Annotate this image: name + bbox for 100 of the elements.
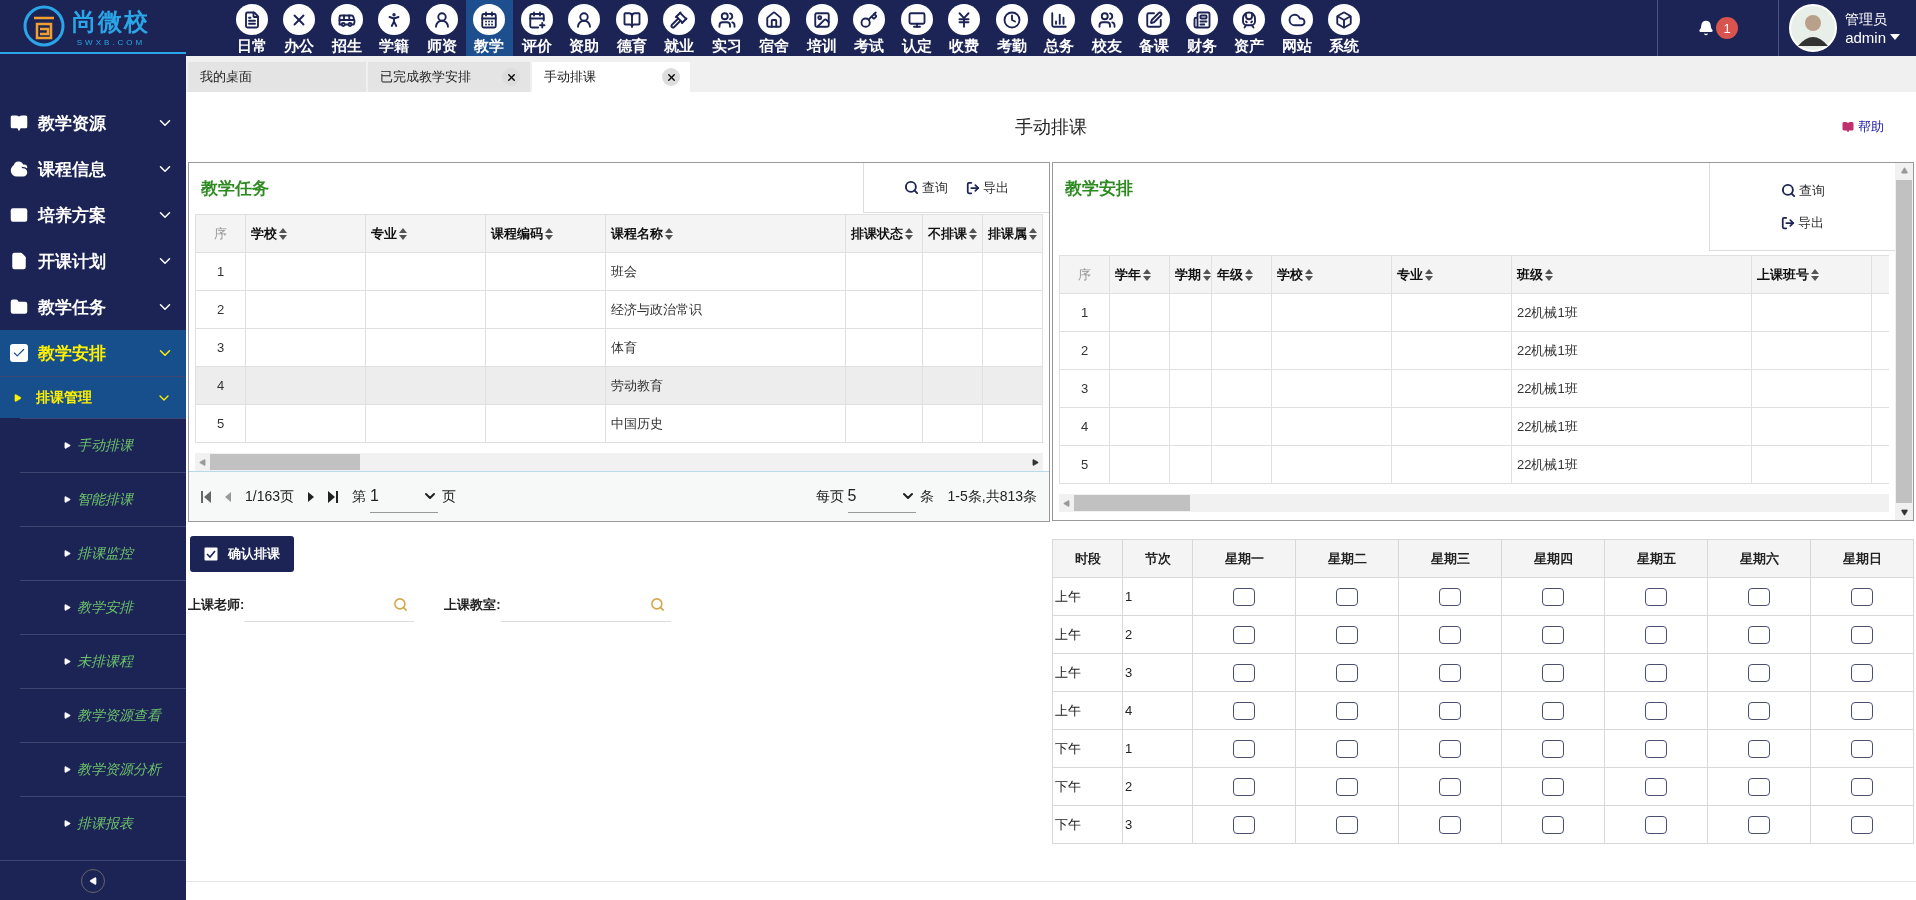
previous-page-button[interactable]: [225, 491, 231, 502]
sidebar-item[interactable]: 教学安排: [0, 330, 186, 376]
module-button[interactable]: 校友: [1083, 0, 1131, 56]
checkbox[interactable]: [1748, 663, 1770, 682]
module-button[interactable]: 师资: [418, 0, 466, 56]
checkbox[interactable]: [1645, 777, 1667, 796]
table-row[interactable]: 2 经济与政治常识: [195, 290, 1043, 329]
checkbox[interactable]: [1439, 777, 1461, 796]
sort-icon[interactable]: [969, 227, 977, 240]
checkbox[interactable]: [1542, 587, 1564, 606]
checkbox[interactable]: [1748, 587, 1770, 606]
checkbox[interactable]: [1336, 625, 1358, 644]
module-button[interactable]: 宿舍: [750, 0, 798, 56]
checkbox[interactable]: [1645, 587, 1667, 606]
page-size-select[interactable]: 5: [847, 480, 916, 513]
module-button[interactable]: 总务: [1035, 0, 1083, 56]
checkbox[interactable]: [1851, 777, 1873, 796]
checkbox[interactable]: [1748, 701, 1770, 720]
sort-icon[interactable]: [1425, 268, 1433, 281]
checkbox[interactable]: [1542, 739, 1564, 758]
checkbox[interactable]: [1336, 739, 1358, 758]
module-button[interactable]: 财务: [1178, 0, 1226, 56]
sort-icon[interactable]: [1811, 268, 1819, 281]
checkbox[interactable]: [1748, 739, 1770, 758]
checkbox[interactable]: [1851, 739, 1873, 758]
checkbox[interactable]: [1439, 625, 1461, 644]
sort-icon[interactable]: [1245, 268, 1253, 281]
toolbar-button[interactable]: 导出: [1781, 213, 1824, 232]
scrollbar[interactable]: [1895, 163, 1913, 520]
column-header[interactable]: 课程名称: [605, 214, 846, 253]
module-button[interactable]: 认定: [893, 0, 941, 56]
sort-icon[interactable]: [1545, 268, 1553, 281]
sort-icon[interactable]: [665, 227, 673, 240]
module-button[interactable]: 考勤: [988, 0, 1036, 56]
sidebar-item[interactable]: 课程信息: [0, 146, 186, 192]
table-row[interactable]: 3 体育: [195, 328, 1043, 367]
module-button[interactable]: 评价: [513, 0, 561, 56]
sidebar-item[interactable]: 教学资源: [0, 100, 186, 146]
notification-button[interactable]: 1: [1696, 15, 1741, 41]
checkbox[interactable]: [1336, 663, 1358, 682]
collapse-button[interactable]: [81, 868, 105, 893]
module-button[interactable]: 资产: [1225, 0, 1273, 56]
checkbox[interactable]: [1542, 701, 1564, 720]
close-button[interactable]: [502, 68, 520, 86]
module-button[interactable]: 资助: [560, 0, 608, 56]
column-header[interactable]: 学期: [1169, 255, 1212, 294]
checkbox[interactable]: [1336, 777, 1358, 796]
checkbox[interactable]: [1851, 815, 1873, 834]
checkbox[interactable]: [1439, 587, 1461, 606]
sidebar-link[interactable]: 教学资源分析: [20, 742, 186, 796]
checkbox[interactable]: [1233, 625, 1255, 644]
module-button[interactable]: 日常: [228, 0, 276, 56]
checkbox[interactable]: [1233, 777, 1255, 796]
sidebar-link[interactable]: 教学资源查看: [20, 688, 186, 742]
checkbox[interactable]: [1233, 701, 1255, 720]
sidebar-item[interactable]: 教学任务: [0, 284, 186, 330]
checkbox[interactable]: [1542, 663, 1564, 682]
checkbox[interactable]: [1542, 777, 1564, 796]
checkbox[interactable]: [1542, 625, 1564, 644]
module-button[interactable]: 网站: [1273, 0, 1321, 56]
module-button[interactable]: 教学: [465, 0, 513, 56]
sort-icon[interactable]: [399, 227, 407, 240]
toolbar-button[interactable]: 查询: [904, 178, 948, 197]
module-button[interactable]: 考试: [845, 0, 893, 56]
checkbox[interactable]: [1748, 777, 1770, 796]
column-header[interactable]: 不排课: [922, 214, 983, 253]
close-button[interactable]: [662, 68, 680, 86]
column-header[interactable]: 学校: [1271, 255, 1392, 294]
column-header[interactable]: 班级: [1511, 255, 1752, 294]
last-page-button[interactable]: [328, 490, 339, 503]
checkbox[interactable]: [1748, 815, 1770, 834]
arrow-icon[interactable]: [1032, 458, 1039, 466]
checkbox[interactable]: [1645, 625, 1667, 644]
scrollbar[interactable]: [195, 453, 1043, 471]
column-header[interactable]: 专业: [365, 214, 486, 253]
tab[interactable]: 我的桌面: [188, 62, 366, 92]
sidebar-subitem[interactable]: 排课管理: [0, 376, 186, 418]
checkbox[interactable]: [1439, 739, 1461, 758]
checkbox[interactable]: [1748, 625, 1770, 644]
checkbox[interactable]: [1542, 815, 1564, 834]
checkbox[interactable]: [1439, 663, 1461, 682]
scrollbar[interactable]: [1059, 494, 1889, 512]
module-button[interactable]: 德育: [608, 0, 656, 56]
column-header[interactable]: 专业: [1391, 255, 1512, 294]
module-button[interactable]: 实习: [703, 0, 751, 56]
sidebar-item[interactable]: 培养方案: [0, 192, 186, 238]
sort-icon[interactable]: [1305, 268, 1313, 281]
avatar[interactable]: [1789, 4, 1838, 52]
module-button[interactable]: 培训: [798, 0, 846, 56]
sidebar-item[interactable]: 开课计划: [0, 238, 186, 284]
table-row[interactable]: 1 班会: [195, 252, 1043, 291]
column-header[interactable]: 上课班号: [1751, 255, 1872, 294]
table-row[interactable]: 5 中国历史: [195, 404, 1043, 443]
sidebar-link[interactable]: 手动排课: [20, 418, 186, 472]
checkbox[interactable]: [1851, 701, 1873, 720]
sort-icon[interactable]: [1029, 227, 1037, 240]
checkbox[interactable]: [1233, 739, 1255, 758]
module-button[interactable]: 学籍: [370, 0, 418, 56]
sidebar-link[interactable]: 排课监控: [20, 526, 186, 580]
checkbox[interactable]: [1233, 663, 1255, 682]
